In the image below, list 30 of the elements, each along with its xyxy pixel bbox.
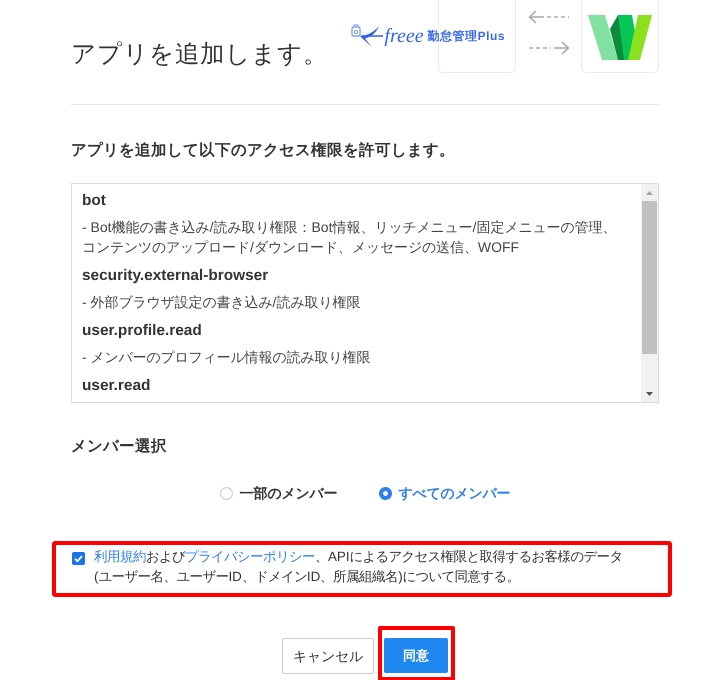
scope-description: - Bot機能の書き込み/読み取り権限：Bot情報、リッチメニュー/固定メニューの管理、 コンテンツのアップロード/ダウンロード、メッセージの送信、WOFF [82, 218, 618, 257]
brand-name: freee [384, 24, 424, 48]
scope-description: - 外部ブラウザ設定の書き込み/読み取り権限 [82, 293, 362, 312]
checkbox[interactable] [72, 552, 85, 565]
scope-name: user.read [82, 376, 152, 396]
product-name: 勤怠管理Plus [428, 28, 505, 44]
scrollbar[interactable] [641, 184, 658, 402]
radio-button-icon[interactable] [378, 486, 392, 500]
scroll-down-icon[interactable] [646, 392, 653, 396]
scope-name: user.profile.read [82, 321, 203, 341]
section-heading: メンバー選択 [71, 437, 168, 457]
agree-button[interactable]: 同意 [384, 638, 448, 673]
section-heading: アプリを追加して以下のアクセス権限を許可します。 [71, 141, 456, 161]
cancel-button[interactable]: キャンセル [282, 638, 374, 674]
scope-description: - メンバーのプロフィール情報の読み取り権限 [82, 348, 372, 367]
scroll-up-icon[interactable] [646, 190, 653, 194]
page-title: アプリを追加します。 [71, 40, 328, 70]
consent-link[interactable]: プライバシーポリシー [185, 549, 315, 564]
scrollbar-thumb[interactable] [642, 201, 657, 354]
radio-option[interactable]: すべてのメンバー [378, 483, 510, 503]
left-arrow-icon [528, 10, 570, 24]
consent-text: 利用規約およびプライバシーポリシー、APIによるアクセス権限と取得するお客様のデータ(ユーザー名、ユーザーID、ドメインID、所属組織名)について同意する。 [94, 548, 624, 586]
scope-name: bot [82, 191, 107, 211]
consent-link[interactable]: 利用規約 [94, 549, 146, 564]
scope-name: security.external-browser [82, 266, 270, 286]
right-arrow-icon [528, 41, 570, 55]
radio-option[interactable]: 一部のメンバー [220, 483, 338, 503]
radio-button-icon[interactable] [220, 486, 232, 500]
bird-logo-icon [351, 23, 384, 49]
w-logo-icon [588, 15, 652, 60]
